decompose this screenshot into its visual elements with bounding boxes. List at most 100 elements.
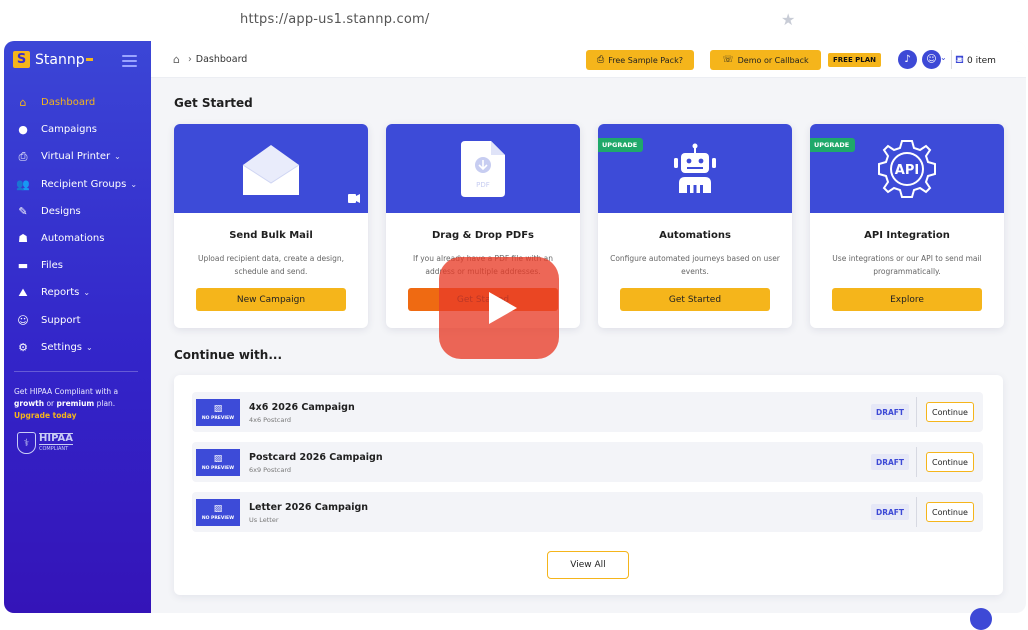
upgrade-badge[interactable]: UPGRADE [598,138,644,152]
bell-icon[interactable]: ♪ [898,50,917,69]
view-all-button[interactable]: View All [547,551,629,579]
home-icon[interactable]: ⌂ [173,53,180,66]
sidebar-item-reports[interactable]: ⛰ Reports ⌄ [4,279,151,306]
sidebar-nav: ⌂ Dashboard ● Campaigns ⎙ Virtual Printer ⌄ 👥 Re… [4,89,151,361]
home-icon: ⌂ [19,96,27,110]
sidebar-item-label: Reports [41,287,80,299]
cart[interactable]: ⛾ 0 item [955,53,996,68]
upgrade-badge[interactable]: UPGRADE [810,138,856,152]
campaign-row[interactable]: ▨ NO PREVIEW Postcard 2026 Campaign 6x9 P… [192,442,983,482]
campaign-row[interactable]: ▨ NO PREVIEW 4x6 2026 Campaign 4x6 Postca… [192,392,983,432]
hipaa-badge: ⚕ HIPAA COMPLIANT [17,432,73,454]
users-icon: 👥 [16,177,30,191]
sidebar-item-virtual-printer[interactable]: ⎙ Virtual Printer ⌄ [4,143,151,170]
chevron-down-icon: ⌄ [114,152,121,162]
card-hero: PDF [386,124,580,213]
no-preview-thumbnail: ▨ NO PREVIEW [196,399,240,426]
hipaa-growth: growth [14,399,45,408]
support-icon: ☺ [17,313,29,327]
campaign-title: Postcard 2026 Campaign [249,452,383,463]
sidebar-item-settings[interactable]: ⚙ Settings ⌄ [4,334,151,361]
continue-button[interactable]: Continue [926,452,974,472]
sidebar-item-designs[interactable]: ✎ Designs [4,198,151,225]
logo[interactable]: S Stannp [13,51,93,68]
sidebar-item-campaigns[interactable]: ● Campaigns [4,116,151,143]
card-desc: Upload recipient data, create a design, … [197,254,345,276]
row-divider [916,397,917,427]
hipaa-promo: Get HIPAA Compliant with a growth or pre… [14,386,144,422]
printer-icon: ⎙ [597,55,605,65]
video-play-overlay[interactable] [439,257,559,359]
image-icon: ▨ [213,404,223,414]
thumb-label: NO PREVIEW [201,466,235,471]
demo-callback-label: Demo or Callback [737,55,809,65]
sidebar-divider [14,371,138,372]
sidebar-item-label: Settings [41,341,83,353]
user-avatar-icon[interactable]: ☺ [922,50,941,69]
chat-bubble-icon: ● [18,123,28,137]
hamburger-menu-icon[interactable] [122,55,137,70]
status-badge: DRAFT [871,504,910,520]
free-sample-label: Free Sample Pack? [608,55,683,65]
chevron-down-icon: ⌄ [83,288,91,298]
bookmark-star-icon[interactable]: ★ [781,10,795,29]
sidebar-item-support[interactable]: ☺ Support [4,307,151,334]
campaign-format: 6x9 Postcard [249,466,292,474]
main-content: Get Started Send Bulk Mail Upload recipi… [151,78,1026,613]
sidebar-item-label: Campaigns [41,124,98,136]
free-sample-button[interactable]: ⎙ Free Sample Pack? [586,50,694,70]
breadcrumb-separator: › [187,54,192,65]
explore-button[interactable]: Explore [832,288,982,311]
continue-button[interactable]: Continue [926,402,974,422]
plan-badge[interactable]: FREE PLAN [828,53,882,67]
sidebar-item-label: Files [41,260,63,272]
basket-icon: ⛾ [955,53,964,66]
thumb-label: NO PREVIEW [201,516,235,521]
status-badge: DRAFT [871,404,910,420]
chat-launcher-icon[interactable] [970,608,992,630]
card-desc: Use integrations or our API to send mail… [832,254,982,276]
sidebar: S Stannp ⌂ Dashboard ● Campaigns ⎙ Virtual Pr… [4,41,151,613]
video-icon [348,194,360,203]
hipaa-promo-line: Get HIPAA Compliant with a [14,387,119,396]
logo-mark: S [13,51,30,68]
no-preview-thumbnail: ▨ NO PREVIEW [196,499,240,526]
card-hero [174,124,368,213]
card-hero: API UPGRADE [810,124,1004,213]
card-title: Automations [659,230,731,241]
api-label: API [895,163,919,178]
pdf-label: PDF [476,181,490,189]
get-started-automations-button[interactable]: Get Started [620,288,770,311]
breadcrumb: ⌂ › Dashboard [173,53,247,66]
demo-callback-button[interactable]: ☏ Demo or Callback [710,50,821,70]
sidebar-item-recipient-groups[interactable]: 👥 Recipient Groups ⌄ [4,171,151,198]
logo-underline [85,58,93,61]
hipaa-badge-title: HIPAA [39,433,73,445]
chart-icon: ⛰ [18,285,28,299]
chevron-down-icon[interactable]: ⌄ [940,53,947,62]
continue-button[interactable]: Continue [926,502,974,522]
thumb-label: NO PREVIEW [201,416,235,421]
row-divider [916,497,917,527]
image-icon: ▨ [213,454,223,464]
card-api-integration: API UPGRADE API Integration Use integrat… [810,124,1004,328]
sidebar-item-dashboard[interactable]: ⌂ Dashboard [4,89,151,116]
continue-heading: Continue with... [174,348,282,362]
hipaa-badge-sub: COMPLIANT [39,446,69,452]
card-send-bulk-mail: Send Bulk Mail Upload recipient data, cr… [174,124,368,328]
robot-icon [674,143,716,193]
browser-address-bar: https://app-us1.stannp.com/ ★ [0,0,1028,40]
breadcrumb-current: Dashboard [195,54,248,65]
sidebar-item-label: Designs [41,205,81,217]
folder-icon: ▬ [17,259,29,273]
card-desc: Configure automated journeys based on us… [610,254,780,276]
designs-icon: ✎ [18,204,28,218]
upgrade-today-link[interactable]: Upgrade today [14,411,76,420]
topbar-divider [951,50,952,69]
sidebar-item-automations[interactable]: ☗ Automations [4,225,151,252]
url-text[interactable]: https://app-us1.stannp.com/ [240,12,429,27]
campaign-row[interactable]: ▨ NO PREVIEW Letter 2026 Campaign Us Lett… [192,492,983,532]
no-preview-thumbnail: ▨ NO PREVIEW [196,449,240,476]
new-campaign-button[interactable]: New Campaign [196,288,346,311]
sidebar-item-files[interactable]: ▬ Files [4,252,151,279]
